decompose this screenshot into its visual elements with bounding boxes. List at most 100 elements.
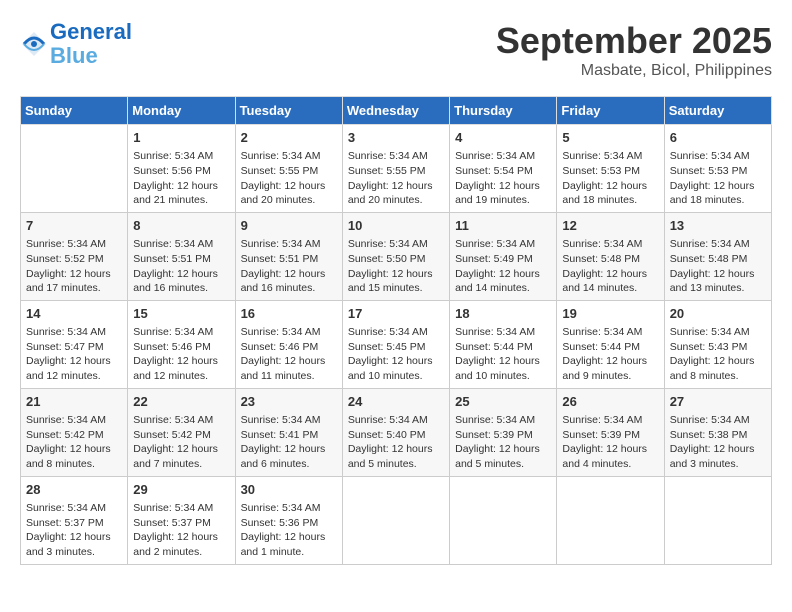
day-info: Sunrise: 5:34 AM Sunset: 5:51 PM Dayligh… bbox=[241, 237, 337, 296]
day-number: 16 bbox=[241, 305, 337, 323]
calendar-week-row: 1Sunrise: 5:34 AM Sunset: 5:56 PM Daylig… bbox=[21, 125, 772, 213]
calendar-cell: 26 Sunrise: 5:34 AM Sunset: 5:39 PM Dayli… bbox=[557, 388, 664, 476]
calendar-week-row: 21 Sunrise: 5:34 AM Sunset: 5:42 PM Dayli… bbox=[21, 388, 772, 476]
day-number: 25 bbox=[455, 393, 551, 411]
day-number: 10 bbox=[348, 217, 444, 235]
calendar-cell: 21 Sunrise: 5:34 AM Sunset: 5:42 PM Dayli… bbox=[21, 388, 128, 476]
col-header-saturday: Saturday bbox=[664, 97, 771, 125]
day-number: 4 bbox=[455, 129, 551, 147]
logo: General Blue bbox=[20, 20, 132, 68]
calendar-cell: 6 Sunrise: 5:34 AM Sunset: 5:53 PM Daylig… bbox=[664, 125, 771, 213]
calendar-cell: 17Sunrise: 5:34 AM Sunset: 5:45 PM Dayli… bbox=[342, 300, 449, 388]
calendar-cell: 2 Sunrise: 5:34 AM Sunset: 5:55 PM Daylig… bbox=[235, 125, 342, 213]
calendar-cell: 7Sunrise: 5:34 AM Sunset: 5:52 PM Daylig… bbox=[21, 212, 128, 300]
day-number: 28 bbox=[26, 481, 122, 499]
day-number: 15 bbox=[133, 305, 229, 323]
calendar-cell: 12 Sunrise: 5:34 AM Sunset: 5:48 PM Dayli… bbox=[557, 212, 664, 300]
calendar-cell bbox=[557, 476, 664, 564]
day-info: Sunrise: 5:34 AM Sunset: 5:43 PM Dayligh… bbox=[670, 325, 766, 384]
day-number: 2 bbox=[241, 129, 337, 147]
day-info: Sunrise: 5:34 AM Sunset: 5:46 PM Dayligh… bbox=[241, 325, 337, 384]
day-info: Sunrise: 5:34 AM Sunset: 5:48 PM Dayligh… bbox=[670, 237, 766, 296]
col-header-monday: Monday bbox=[128, 97, 235, 125]
day-info: Sunrise: 5:34 AM Sunset: 5:46 PM Dayligh… bbox=[133, 325, 229, 384]
day-info: Sunrise: 5:34 AM Sunset: 5:40 PM Dayligh… bbox=[348, 413, 444, 472]
calendar-cell: 14Sunrise: 5:34 AM Sunset: 5:47 PM Dayli… bbox=[21, 300, 128, 388]
day-number: 22 bbox=[133, 393, 229, 411]
day-number: 11 bbox=[455, 217, 551, 235]
day-info: Sunrise: 5:34 AM Sunset: 5:39 PM Dayligh… bbox=[562, 413, 658, 472]
calendar-cell: 27 Sunrise: 5:34 AM Sunset: 5:38 PM Dayli… bbox=[664, 388, 771, 476]
day-number: 27 bbox=[670, 393, 766, 411]
day-number: 19 bbox=[562, 305, 658, 323]
title-block: September 2025 Masbate, Bicol, Philippin… bbox=[496, 20, 772, 80]
page-header: General Blue September 2025 Masbate, Bic… bbox=[20, 20, 772, 80]
day-number: 7 bbox=[26, 217, 122, 235]
calendar-cell: 11 Sunrise: 5:34 AM Sunset: 5:49 PM Dayli… bbox=[450, 212, 557, 300]
calendar-cell: 1Sunrise: 5:34 AM Sunset: 5:56 PM Daylig… bbox=[128, 125, 235, 213]
day-number: 30 bbox=[241, 481, 337, 499]
calendar-cell: 8 Sunrise: 5:34 AM Sunset: 5:51 PM Daylig… bbox=[128, 212, 235, 300]
logo-blue: Blue bbox=[50, 43, 98, 68]
calendar-cell: 5Sunrise: 5:34 AM Sunset: 5:53 PM Daylig… bbox=[557, 125, 664, 213]
day-number: 26 bbox=[562, 393, 658, 411]
day-info: Sunrise: 5:34 AM Sunset: 5:36 PM Dayligh… bbox=[241, 501, 337, 560]
day-info: Sunrise: 5:34 AM Sunset: 5:55 PM Dayligh… bbox=[241, 149, 337, 208]
calendar-table: SundayMondayTuesdayWednesdayThursdayFrid… bbox=[20, 96, 772, 565]
day-info: Sunrise: 5:34 AM Sunset: 5:50 PM Dayligh… bbox=[348, 237, 444, 296]
calendar-cell: 29 Sunrise: 5:34 AM Sunset: 5:37 PM Dayli… bbox=[128, 476, 235, 564]
day-number: 14 bbox=[26, 305, 122, 323]
day-info: Sunrise: 5:34 AM Sunset: 5:42 PM Dayligh… bbox=[26, 413, 122, 472]
calendar-cell: 20Sunrise: 5:34 AM Sunset: 5:43 PM Dayli… bbox=[664, 300, 771, 388]
day-number: 24 bbox=[348, 393, 444, 411]
calendar-cell: 19 Sunrise: 5:34 AM Sunset: 5:44 PM Dayli… bbox=[557, 300, 664, 388]
calendar-cell: 30 Sunrise: 5:34 AM Sunset: 5:36 PM Dayli… bbox=[235, 476, 342, 564]
day-info: Sunrise: 5:34 AM Sunset: 5:44 PM Dayligh… bbox=[562, 325, 658, 384]
day-number: 18 bbox=[455, 305, 551, 323]
calendar-week-row: 14Sunrise: 5:34 AM Sunset: 5:47 PM Dayli… bbox=[21, 300, 772, 388]
calendar-cell: 23 Sunrise: 5:34 AM Sunset: 5:41 PM Dayli… bbox=[235, 388, 342, 476]
day-info: Sunrise: 5:34 AM Sunset: 5:48 PM Dayligh… bbox=[562, 237, 658, 296]
calendar-body: 1Sunrise: 5:34 AM Sunset: 5:56 PM Daylig… bbox=[21, 125, 772, 565]
day-info: Sunrise: 5:34 AM Sunset: 5:41 PM Dayligh… bbox=[241, 413, 337, 472]
day-number: 29 bbox=[133, 481, 229, 499]
day-number: 6 bbox=[670, 129, 766, 147]
day-number: 21 bbox=[26, 393, 122, 411]
calendar-cell: 13 Sunrise: 5:34 AM Sunset: 5:48 PM Dayli… bbox=[664, 212, 771, 300]
day-info: Sunrise: 5:34 AM Sunset: 5:37 PM Dayligh… bbox=[133, 501, 229, 560]
calendar-cell: 25Sunrise: 5:34 AM Sunset: 5:39 PM Dayli… bbox=[450, 388, 557, 476]
day-info: Sunrise: 5:34 AM Sunset: 5:55 PM Dayligh… bbox=[348, 149, 444, 208]
day-number: 13 bbox=[670, 217, 766, 235]
day-info: Sunrise: 5:34 AM Sunset: 5:54 PM Dayligh… bbox=[455, 149, 551, 208]
calendar-cell: 3 Sunrise: 5:34 AM Sunset: 5:55 PM Daylig… bbox=[342, 125, 449, 213]
calendar-week-row: 28 Sunrise: 5:34 AM Sunset: 5:37 PM Dayli… bbox=[21, 476, 772, 564]
logo-general: General bbox=[50, 19, 132, 44]
day-info: Sunrise: 5:34 AM Sunset: 5:38 PM Dayligh… bbox=[670, 413, 766, 472]
day-info: Sunrise: 5:34 AM Sunset: 5:53 PM Dayligh… bbox=[670, 149, 766, 208]
calendar-cell: 22Sunrise: 5:34 AM Sunset: 5:42 PM Dayli… bbox=[128, 388, 235, 476]
col-header-sunday: Sunday bbox=[21, 97, 128, 125]
logo-text: General Blue bbox=[50, 20, 132, 68]
col-header-wednesday: Wednesday bbox=[342, 97, 449, 125]
calendar-cell: 10 Sunrise: 5:34 AM Sunset: 5:50 PM Dayli… bbox=[342, 212, 449, 300]
day-info: Sunrise: 5:34 AM Sunset: 5:37 PM Dayligh… bbox=[26, 501, 122, 560]
day-info: Sunrise: 5:34 AM Sunset: 5:53 PM Dayligh… bbox=[562, 149, 658, 208]
calendar-cell bbox=[21, 125, 128, 213]
col-header-friday: Friday bbox=[557, 97, 664, 125]
day-number: 8 bbox=[133, 217, 229, 235]
day-number: 9 bbox=[241, 217, 337, 235]
location-title: Masbate, Bicol, Philippines bbox=[496, 62, 772, 80]
day-info: Sunrise: 5:34 AM Sunset: 5:51 PM Dayligh… bbox=[133, 237, 229, 296]
day-info: Sunrise: 5:34 AM Sunset: 5:44 PM Dayligh… bbox=[455, 325, 551, 384]
calendar-cell: 16 Sunrise: 5:34 AM Sunset: 5:46 PM Dayli… bbox=[235, 300, 342, 388]
calendar-cell: 24 Sunrise: 5:34 AM Sunset: 5:40 PM Dayli… bbox=[342, 388, 449, 476]
col-header-thursday: Thursday bbox=[450, 97, 557, 125]
day-number: 23 bbox=[241, 393, 337, 411]
day-number: 12 bbox=[562, 217, 658, 235]
calendar-cell: 18 Sunrise: 5:34 AM Sunset: 5:44 PM Dayli… bbox=[450, 300, 557, 388]
day-number: 3 bbox=[348, 129, 444, 147]
logo-icon bbox=[20, 30, 48, 58]
day-info: Sunrise: 5:34 AM Sunset: 5:49 PM Dayligh… bbox=[455, 237, 551, 296]
day-number: 17 bbox=[348, 305, 444, 323]
col-header-tuesday: Tuesday bbox=[235, 97, 342, 125]
